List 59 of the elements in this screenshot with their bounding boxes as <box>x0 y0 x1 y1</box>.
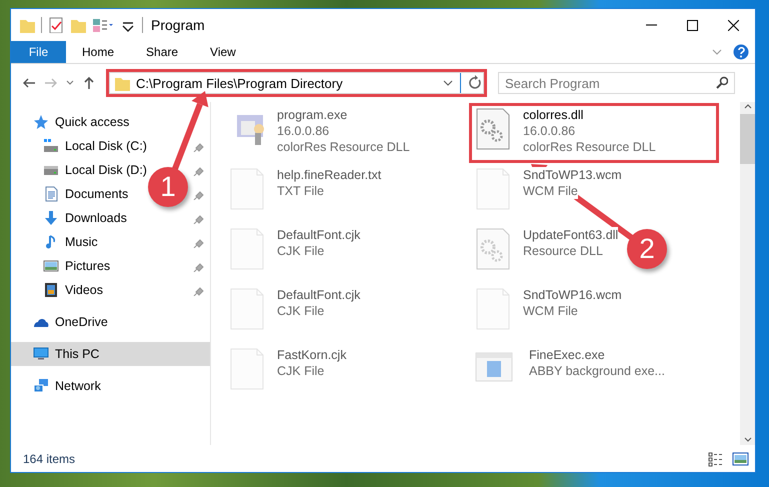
details-view-icon[interactable] <box>708 450 724 466</box>
ribbon-tab[interactable]: Share <box>130 41 194 63</box>
network-icon <box>33 378 49 394</box>
file-detail: ABBY background exe... <box>529 363 665 379</box>
minimize-icon[interactable] <box>646 24 657 26</box>
file-item[interactable]: colorres.dll 16.0.0.86 colorRes Resource DLL <box>471 105 717 161</box>
sidebar-item[interactable]: Quick access <box>11 110 210 134</box>
file-item[interactable]: SndToWP13.wcm WCM File <box>471 165 626 221</box>
properties-icon[interactable] <box>48 17 64 33</box>
folder-icon <box>114 75 130 91</box>
folder-icon <box>19 17 35 33</box>
file-name: help.fineReader.txt <box>277 167 382 183</box>
file-menu-button[interactable]: File <box>11 41 66 63</box>
ribbon-tab[interactable]: View <box>194 41 252 63</box>
maximize-icon[interactable] <box>687 20 698 30</box>
file-name: UpdateFont63.dll <box>523 227 618 243</box>
file-name: SndToWP13.wcm <box>523 167 622 183</box>
file-item[interactable]: UpdateFont63.dll Resource DLL <box>471 225 622 281</box>
file-name: DefaultFont.cjk <box>277 287 360 303</box>
item-count: 164 items <box>23 452 76 466</box>
close-icon[interactable] <box>728 20 739 30</box>
address-path: C:\Program Files\Program Directory <box>136 76 344 90</box>
sidebar-item[interactable]: Downloads <box>11 206 210 230</box>
monitor-icon <box>33 346 49 362</box>
file-detail: WCM File <box>523 183 578 199</box>
sidebar-item[interactable]: Local Disk (C:) <box>11 134 210 158</box>
refresh-icon[interactable] <box>467 75 483 91</box>
sidebar-item[interactable]: This PC <box>11 342 210 366</box>
sidebar-item[interactable]: Music <box>11 230 210 254</box>
window-title: Program <box>151 17 205 33</box>
file-item[interactable]: DefaultFont.cjk CJK File <box>225 285 364 341</box>
file-name: DefaultFont.cjk <box>277 227 360 243</box>
file-item[interactable]: DefaultFont.cjk CJK File <box>225 225 364 281</box>
star-icon <box>33 114 49 130</box>
large-icons-view-icon[interactable] <box>732 450 749 466</box>
search-icon <box>715 76 728 89</box>
file-item[interactable]: program.exe 16.0.0.86 colorRes Resource DLL <box>225 105 414 161</box>
file-item[interactable]: FineExec.exe ABBY background exe... <box>471 345 669 401</box>
sidebar-item[interactable]: OneDrive <box>11 310 210 334</box>
drive-icon <box>43 138 59 154</box>
search-field[interactable]: Search Program <box>498 72 735 94</box>
help-icon[interactable] <box>733 44 749 60</box>
ribbon-tab[interactable]: Home <box>66 41 130 63</box>
sidebar-item[interactable]: Videos <box>11 278 210 302</box>
picture-icon <box>43 258 59 274</box>
sidebar-item[interactable]: Pictures <box>11 254 210 278</box>
address-bar[interactable]: C:\Program Files\Program Directory <box>109 72 484 94</box>
file-item[interactable]: help.fineReader.txt TXT File <box>225 165 386 221</box>
sidebar-item[interactable]: Network <box>11 374 210 398</box>
view-dropdown-icon[interactable] <box>92 17 114 33</box>
step-badge: 2 <box>627 229 667 269</box>
film-icon <box>43 282 59 298</box>
document-icon <box>43 186 59 202</box>
scrollbar-thumb[interactable] <box>740 114 755 164</box>
file-item[interactable]: FastKorn.cjk CJK File <box>225 345 350 401</box>
download-icon <box>43 210 59 226</box>
file-item[interactable]: SndToWP16.wcm WCM File <box>471 285 626 341</box>
file-name: FastKorn.cjk <box>277 347 346 363</box>
step-badge: 1 <box>148 167 188 207</box>
